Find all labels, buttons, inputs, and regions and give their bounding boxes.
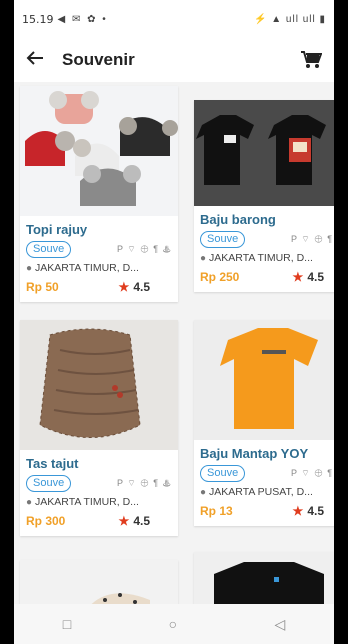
product-image [20,320,178,450]
amenity-icons: P ⌔ ⊕ ¶ ♨ [116,478,172,488]
phone-screen: 15.19 ◀ ✉ ✿ • ⚡ ▲ ull ull ▮ Souvenir Top… [14,0,334,644]
amenity-icons: P ⌔ ⊕ ¶ ♨ [290,468,334,478]
status-time: 15.19 [22,12,54,26]
product-image [20,86,178,216]
product-price: Rp 13 [200,504,233,518]
system-icons: ⚡ ▲ ull ull ▮ [254,13,326,25]
product-card[interactable]: Baju Mantap YOY Souve P ⌔ ⊕ ¶ ♨ ● JAKART… [194,320,334,526]
product-price: Rp 50 [26,280,59,294]
product-rating: 4.5 [307,270,324,284]
product-rating: 4.5 [133,514,150,528]
product-card[interactable] [194,552,334,604]
recents-button[interactable]: □ [63,616,71,632]
product-card[interactable]: Tas tajut Souve P ⌔ ⊕ ¶ ♨ ● JAKARTA TIMU… [20,320,178,536]
back-button[interactable]: ◁ [274,616,285,633]
product-location: JAKARTA TIMUR, D... [35,496,139,508]
product-card[interactable]: Topi rajuy Souve P ⌔ ⊕ ¶ ♨ ● JAKARTA TIM… [20,86,178,302]
product-image [194,552,334,604]
amenity-icons: P ⌔ ⊕ ¶ ♨ [116,244,172,254]
product-name: Baju Mantap YOY [200,446,309,461]
product-grid: Topi rajuy Souve P ⌔ ⊕ ¶ ♨ ● JAKARTA TIM… [14,82,334,604]
product-name: Baju barong [200,212,276,227]
screenshot-frame: 15.19 ◀ ✉ ✿ • ⚡ ▲ ull ull ▮ Souvenir Top… [0,0,348,644]
arrow-left-icon[interactable] [26,49,50,72]
location-pin-icon: ● [26,496,33,508]
category-badge: Souve [200,231,246,248]
amenity-icons: P ⌔ ⊕ ¶ ♨ [290,234,334,244]
page-title: Souvenir [62,50,135,69]
product-price: Rp 250 [200,270,240,284]
product-rating: 4.5 [133,280,150,294]
product-location: JAKARTA TIMUR, D... [209,252,313,264]
product-image [194,320,334,440]
notification-icons: ◀ ✉ ✿ • [57,13,108,25]
product-location: JAKARTA TIMUR, D... [35,262,139,274]
product-card[interactable]: Baju barong Souve P ⌔ ⊕ ¶ ♨ ● JAKARTA TI… [194,100,334,292]
product-image [20,560,178,604]
product-name: Topi rajuy [26,222,88,237]
product-price: Rp 300 [26,514,66,528]
star-icon: ★ [118,514,130,528]
category-badge: Souve [26,241,72,258]
product-image [194,100,334,206]
location-pin-icon: ● [26,262,33,274]
product-name: Tas tajut [26,456,79,471]
product-card[interactable] [20,560,178,604]
star-icon: ★ [118,280,130,294]
location-pin-icon: ● [200,252,207,264]
system-nav-bar: □ ○ ◁ [14,604,334,644]
status-bar: 15.19 ◀ ✉ ✿ • ⚡ ▲ ull ull ▮ [14,0,334,38]
star-icon: ★ [292,504,304,518]
product-rating: 4.5 [307,504,324,518]
app-bar: Souvenir [14,38,334,82]
category-badge: Souve [26,475,72,492]
home-button[interactable]: ○ [169,616,177,632]
cart-icon[interactable] [300,50,323,70]
product-location: JAKARTA PUSAT, D... [209,486,313,498]
category-badge: Souve [200,465,246,482]
location-pin-icon: ● [200,486,207,498]
star-icon: ★ [292,270,304,284]
